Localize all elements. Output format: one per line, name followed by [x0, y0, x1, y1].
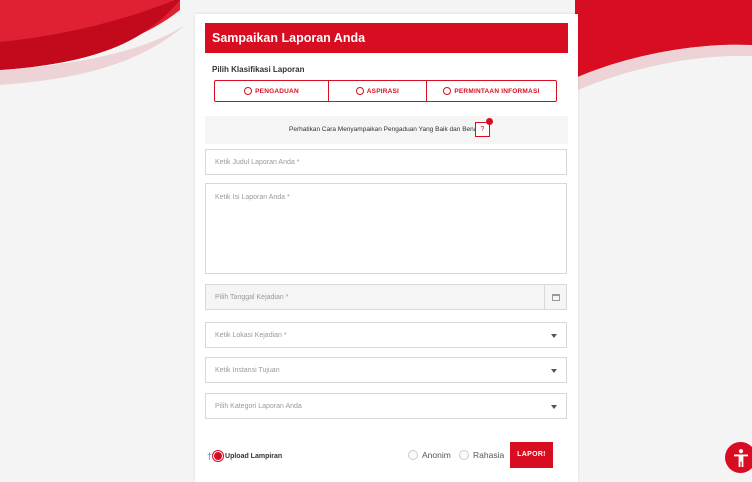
classification-option-pengaduan[interactable]: PENGADUAN [215, 81, 328, 101]
guidance-text: Perhatikan Cara Menyampaikan Pengaduan Y… [289, 126, 480, 133]
upload-attachment-button[interactable]: † Upload Lampiran [207, 451, 282, 461]
report-content-textarea[interactable]: Ketik Isi Laporan Anda * [205, 183, 567, 274]
accessibility-icon [733, 448, 748, 467]
report-content-placeholder: Ketik Isi Laporan Anda * [215, 194, 290, 201]
report-form-card: Sampaikan Laporan Anda Pilih Klasifikasi… [195, 14, 578, 482]
calendar-icon[interactable] [544, 285, 566, 309]
guidance-notice: Perhatikan Cara Menyampaikan Pengaduan Y… [205, 116, 568, 144]
incident-location-placeholder: Ketik Lokasi Kejadian * [215, 332, 287, 339]
report-title-placeholder: Ketik Judul Laporan Anda * [215, 159, 300, 166]
radio-icon [443, 87, 452, 95]
option-label: PENGADUAN [255, 87, 299, 95]
form-footer: † Upload Lampiran Anonim Rahasia LAPOR! [195, 442, 578, 470]
submit-report-button[interactable]: LAPOR! [510, 442, 553, 468]
paperclip-icon: † [207, 451, 213, 461]
classification-options: PENGADUAN ASPIRASI PERMINTAAN INFORMASI [214, 80, 557, 102]
target-agency-select[interactable]: Ketik Instansi Tujuan [205, 357, 567, 383]
chevron-down-icon [551, 405, 557, 409]
secret-option[interactable]: Rahasia [459, 450, 504, 460]
report-title-input[interactable]: Ketik Judul Laporan Anda * [205, 149, 567, 175]
report-category-select[interactable]: Pilih Kategori Laporan Anda [205, 393, 567, 419]
anonymous-label: Anonim [422, 450, 451, 460]
incident-location-select[interactable]: Ketik Lokasi Kejadian * [205, 322, 567, 348]
radio-icon [355, 87, 364, 95]
notification-dot [486, 118, 493, 125]
radio-icon [408, 450, 418, 460]
classification-option-aspirasi[interactable]: ASPIRASI [328, 81, 426, 101]
accessibility-button[interactable] [725, 442, 752, 473]
incident-date-picker[interactable]: Pilih Tanggal Kejadian * [205, 284, 567, 310]
option-label: ASPIRASI [366, 87, 400, 95]
radio-icon [244, 87, 253, 95]
classification-label: Pilih Klasifikasi Laporan [212, 65, 305, 74]
chevron-down-icon [551, 369, 557, 373]
incident-date-placeholder: Pilih Tanggal Kejadian * [215, 294, 289, 301]
upload-label: Upload Lampiran [225, 452, 283, 460]
upload-badge-icon [213, 451, 224, 461]
anonymous-option[interactable]: Anonim [408, 450, 451, 460]
classification-option-permintaan-informasi[interactable]: PERMINTAAN INFORMASI [425, 81, 556, 101]
secret-label: Rahasia [473, 450, 505, 460]
option-label: PERMINTAAN INFORMASI [454, 87, 540, 95]
report-category-placeholder: Pilih Kategori Laporan Anda [215, 403, 302, 410]
chevron-down-icon [551, 334, 557, 338]
radio-icon [459, 450, 469, 460]
form-title: Sampaikan Laporan Anda [205, 23, 568, 53]
target-agency-placeholder: Ketik Instansi Tujuan [215, 367, 280, 374]
